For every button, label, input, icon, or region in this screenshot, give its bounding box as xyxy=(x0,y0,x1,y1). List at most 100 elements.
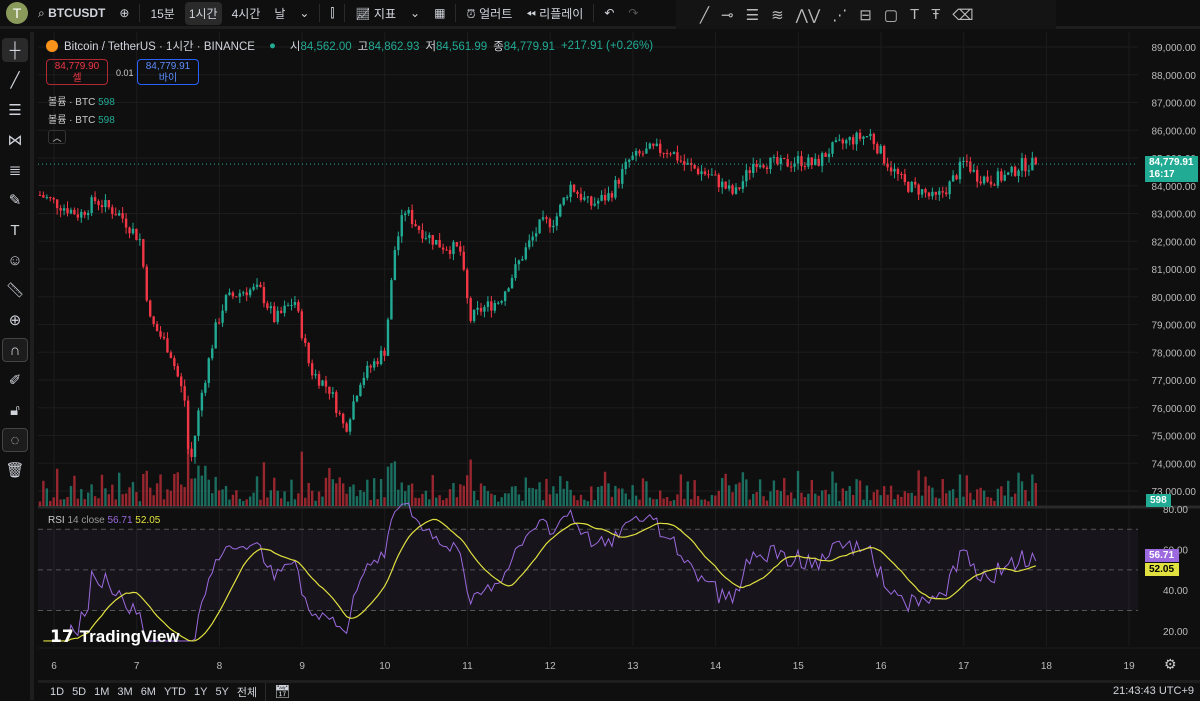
emoji-icon[interactable]: ☺ xyxy=(2,248,28,272)
settings-icon[interactable]: ⚙ xyxy=(1164,656,1177,673)
candle-body xyxy=(162,336,166,339)
time-axis-label: 16 xyxy=(875,661,887,672)
trend-line-icon[interactable]: ╱ xyxy=(2,68,28,92)
lock-icon[interactable]: 🔓︎ xyxy=(2,398,28,422)
volume-bar xyxy=(824,489,827,506)
text-style-icon[interactable]: Ŧ xyxy=(931,6,940,23)
parallel-channel-icon[interactable]: ☰ xyxy=(746,6,759,24)
volume-bar xyxy=(152,495,155,506)
range-1y[interactable]: 1Y xyxy=(194,686,207,698)
candle-body xyxy=(49,197,52,199)
symbol-search[interactable]: ⌕ BTCUSDT xyxy=(34,3,109,24)
volume-bar xyxy=(586,501,590,506)
range-3m[interactable]: 3M xyxy=(117,686,132,698)
volume-bar xyxy=(531,488,534,506)
brush-icon[interactable]: ✎ xyxy=(2,188,28,212)
candle-body xyxy=(938,191,941,195)
range-all[interactable]: 전체 xyxy=(237,684,257,700)
elliott-icon[interactable]: ⋰ xyxy=(832,6,847,24)
price-axis-label: 89,000.00 xyxy=(1152,43,1197,54)
text-icon[interactable]: T xyxy=(910,6,919,23)
layouts-icon[interactable]: ▦ xyxy=(430,3,449,23)
horizontal-ray-icon[interactable]: ⊸ xyxy=(721,6,734,24)
volume-bar xyxy=(845,490,848,506)
range-1m[interactable]: 1M xyxy=(94,686,109,698)
zoom-in-icon[interactable]: ⊕ xyxy=(2,308,28,332)
goto-date-icon[interactable]: 📅︎ xyxy=(274,684,291,700)
volume-bar xyxy=(796,470,800,506)
alert-button[interactable]: ⏰︎ 얼러트 xyxy=(462,2,516,25)
replay-button[interactable]: ⏪︎ 리플레이 xyxy=(522,2,587,25)
candle-body xyxy=(565,196,569,198)
text-icon[interactable]: T xyxy=(2,218,28,242)
ranges-icon[interactable]: ⊟ xyxy=(859,6,872,24)
price-axis-label: 83,000.00 xyxy=(1152,210,1197,221)
indicators-button[interactable]: 📈︎ 지표 xyxy=(351,2,400,25)
crosshair-icon[interactable]: ┼ xyxy=(2,38,28,62)
pattern-icon[interactable]: ⋀⋁ xyxy=(796,6,821,24)
rsi-legend[interactable]: RSI 14 close 56.71 52.05 xyxy=(48,515,160,526)
candle-body xyxy=(490,301,493,311)
fib-icon[interactable]: ≋ xyxy=(771,6,784,24)
buy-button[interactable]: 84,779.91 바이 xyxy=(137,59,199,85)
user-avatar[interactable]: T xyxy=(6,2,28,24)
candle-body xyxy=(779,157,782,164)
chevron-down-icon[interactable]: ⌄ xyxy=(295,3,313,23)
magnet-icon[interactable]: ∩ xyxy=(2,338,28,362)
trash-icon[interactable]: 🗑︎ xyxy=(2,458,28,482)
undo-icon[interactable]: ↶ xyxy=(600,3,618,23)
chevron-down-icon[interactable]: ⌄ xyxy=(406,3,424,23)
symbol-title[interactable]: Bitcoin / TetherUS · 1시간 · BINANCE xyxy=(64,38,255,54)
bottom-toolbar: 1D 5D 1M 3M 6M YTD 1Y 5Y 전체 📅︎ xyxy=(38,680,1200,701)
divider xyxy=(344,4,346,22)
collapse-legend-button[interactable]: ︿ xyxy=(48,130,66,144)
rectangle-icon[interactable]: ▢ xyxy=(884,6,898,24)
volume-bar xyxy=(221,489,224,506)
clock[interactable]: 21:43:43 UTC+9 xyxy=(1113,685,1194,697)
volume-legend[interactable]: 볼륨 · BTC 598 xyxy=(48,111,115,126)
ruler-icon[interactable]: 📏︎ xyxy=(2,278,28,302)
volume-bar xyxy=(927,485,931,506)
volume-bar xyxy=(324,477,328,506)
time-axis-label: 8 xyxy=(217,661,223,672)
interval-4h[interactable]: 4시간 xyxy=(228,2,265,25)
candle-body xyxy=(279,310,283,313)
trend-line-icon[interactable]: ╱ xyxy=(700,6,709,24)
volume-bar xyxy=(49,500,52,506)
candle-type-icon[interactable]: ⫿ xyxy=(326,3,338,24)
volume-bar xyxy=(321,496,324,506)
fib-icon[interactable]: ≣ xyxy=(2,158,28,182)
range-5d[interactable]: 5D xyxy=(72,686,86,698)
pattern-icon[interactable]: ⋈ xyxy=(2,128,28,152)
price-chart[interactable]: 6 7 8 9 10 11 12 13 14 15 16 17 18 19 89,000.00 88,000.… xyxy=(38,32,1200,678)
volume-bar xyxy=(1020,481,1024,506)
add-symbol-icon[interactable]: ⊕ xyxy=(115,3,133,23)
candle-body xyxy=(352,401,355,420)
interval-1h[interactable]: 1시간 xyxy=(184,1,222,25)
candle-body xyxy=(579,193,583,200)
volume-legend[interactable]: 볼륨 · BTC 598 xyxy=(48,93,115,108)
candle-body xyxy=(235,296,238,298)
eraser-icon[interactable]: ⌫ xyxy=(952,6,973,24)
volume-bar xyxy=(662,498,665,506)
interval-day[interactable]: 날 xyxy=(270,2,289,25)
range-1d[interactable]: 1D xyxy=(50,686,64,698)
candle-body xyxy=(707,174,710,176)
volume-bar xyxy=(703,499,707,506)
sell-button[interactable]: 84,779.90 셀 xyxy=(46,59,108,85)
tradingview-logo[interactable]: 𝟭𝟳 TradingView xyxy=(50,627,180,647)
range-ytd[interactable]: YTD xyxy=(164,686,186,698)
hide-drawings-icon[interactable]: ◌ xyxy=(2,428,28,452)
range-6m[interactable]: 6M xyxy=(141,686,156,698)
volume-bar xyxy=(851,494,855,506)
candle-body xyxy=(121,213,124,219)
redo-icon[interactable]: ↷ xyxy=(624,3,642,23)
candle-body xyxy=(876,144,879,154)
horizontal-lines-icon[interactable]: ☰ xyxy=(2,98,28,122)
volume-bar xyxy=(762,496,765,506)
lock-drawing-icon[interactable]: ✐ xyxy=(2,368,28,392)
interval-15m[interactable]: 15분 xyxy=(146,2,178,25)
range-5y[interactable]: 5Y xyxy=(215,686,228,698)
volume-bar xyxy=(166,489,169,506)
candle-body xyxy=(435,239,438,245)
